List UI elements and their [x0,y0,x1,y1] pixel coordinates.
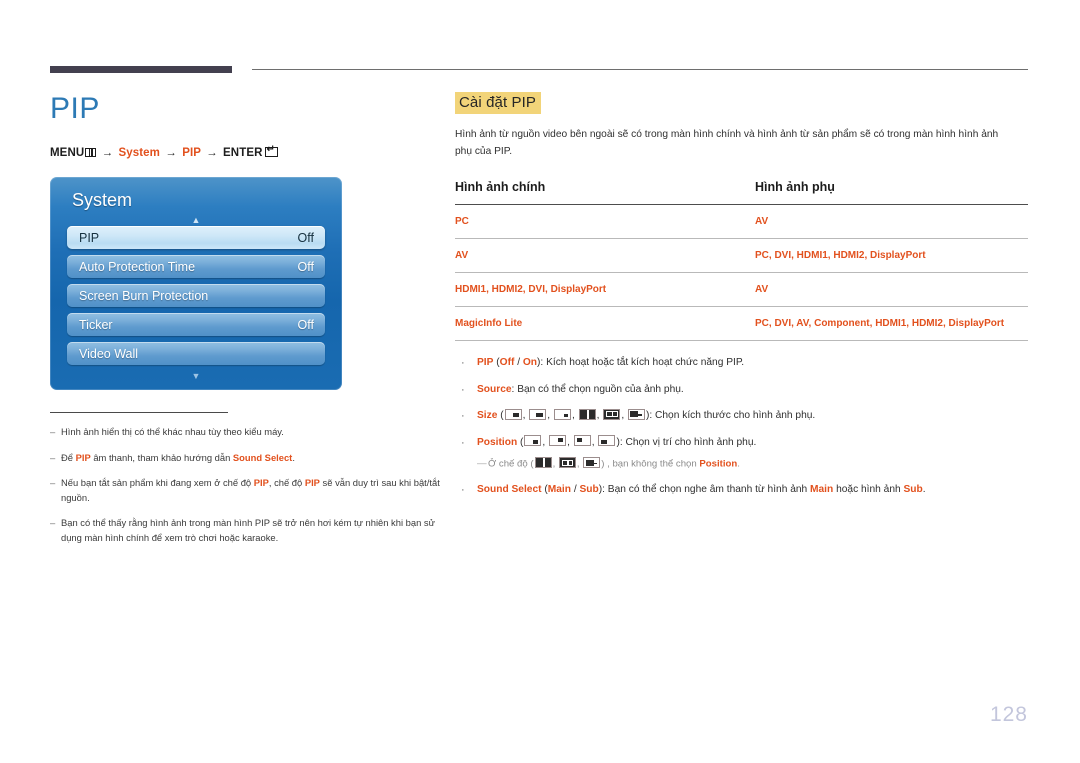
arrow-1: → [101,147,114,159]
table-cell-sub: AV [755,272,1028,308]
left-column: PIP MENU → System → PIP → ENTER System ▲… [50,92,445,556]
footnote-dash: – [50,477,56,489]
footnote-item: – Nếu bạn tắt sản phẩm khi đang xem ở chế… [50,476,445,505]
osd-scroll-down-icon[interactable]: ▼ [50,371,342,382]
menu-label: MENU [50,147,85,159]
bullet-subnote: — Ở chế độ (, , ) , bạn không thể chọn Po… [455,457,1028,472]
osd-row-label: Screen Burn Protection [79,288,209,303]
menu-path-system: System [118,147,160,159]
pip-position-top-right-icon [549,435,567,447]
osd-row-value: Off [297,317,314,332]
menu-path-breadcrumb: MENU → System → PIP → ENTER [50,145,445,159]
bullet-item-3: · Position (, , , ): Chọn vị trí cho hình… [455,435,1028,452]
pip-split-double-icon [603,408,621,420]
table-row: HDMI1, HDMI2, DVI, DisplayPort AV [455,272,1028,308]
table-header-row: Hình ảnh chính Hình ảnh phụ [455,180,1028,206]
bullet-text: Sound Select (Main / Sub): Bạn có thể ch… [477,484,926,496]
osd-system-menu: System ▲ PIP Off Auto Protection Time Off Sc… [50,177,342,390]
osd-row-video-wall[interactable]: Video Wall [67,342,325,365]
table-header-main: Hình ảnh chính [455,180,755,206]
footnote-item: – Bạn có thể thấy rằng hình ảnh trong màn… [50,516,445,545]
bullet-text: Size (, , , , , ): Chọn kích thước cho h… [477,408,816,422]
menu-icon [85,148,97,157]
pip-split-half-icon [578,408,596,420]
pip-split-half-icon [534,457,552,469]
table-cell-main: AV [455,238,755,274]
footnote-dash: – [50,517,56,529]
bullet-dot: · [461,410,465,423]
footnote-divider [50,412,228,413]
bullet-dot: · [461,383,465,396]
pip-split-wide-icon [583,457,601,469]
arrow-3: → [206,147,218,159]
pip-position-top-left-icon [573,435,591,447]
enter-key-icon [264,145,278,157]
bullet-text: PIP (Off / On): Kích hoạt hoặc tắt kích … [477,357,745,369]
footnote-text: Hình ảnh hiển thị có thể khác nhau tùy t… [61,426,284,437]
table-cell-main: PC [455,204,755,240]
table-row: PC AV [455,204,1028,240]
bullet-item-sound-select: · Sound Select (Main / Sub): Bạn có thể c… [455,482,1028,499]
pip-position-bottom-left-icon [598,435,616,447]
bullet-item-1: · Source: Bạn có thể chọn nguồn của ảnh p… [455,382,1028,399]
bullet-dot: · [461,484,465,497]
osd-row-auto-protection-time[interactable]: Auto Protection Time Off [67,255,325,278]
osd-row-pip[interactable]: PIP Off [67,226,325,249]
bullet-text: Position (, , , ): Chọn vị trí cho hình … [477,435,757,448]
osd-row-value: Off [297,259,314,274]
table-cell-main: MagicInfo Lite [455,306,755,342]
header-accent-bar [50,66,232,73]
footnote-dash: – [50,426,56,437]
table-header-sub: Hình ảnh phụ [755,180,1028,206]
osd-title: System [72,190,133,210]
pip-size-small-icon [504,408,522,420]
bullet-dot: · [461,357,465,370]
pip-size-medium-icon [529,408,547,420]
osd-row-label: Auto Protection Time [79,259,196,274]
table-cell-sub: PC, DVI, HDMI1, HDMI2, DisplayPort [755,238,1028,274]
table-cell-main: HDMI1, HDMI2, DVI, DisplayPort [455,272,755,308]
table-cell-sub: PC, DVI, AV, Component, HDMI1, HDMI2, Di… [755,306,1028,342]
page-number: 128 [989,703,1028,726]
osd-row-list: PIP Off Auto Protection Time Off Screen Burn… [50,226,342,365]
right-column: Cài đặt PIP Hình ảnh từ nguồn video bên … [455,92,1028,509]
page-title: PIP [50,92,100,125]
pip-size-tiny-icon [553,408,571,420]
section-title: Cài đặt PIP [455,92,541,115]
footnote-text: Nếu bạn tắt sản phẩm khi đang xem ở chế … [61,477,440,503]
pip-split-double-icon [558,457,576,469]
header-rule-line [252,69,1028,70]
subnote-text: Ở chế độ (, , ) , bạn không thể chọn Pos… [488,457,740,470]
osd-row-label: Ticker [79,317,113,332]
osd-row-label: PIP [79,230,100,245]
osd-row-ticker[interactable]: Ticker Off [67,313,325,336]
enter-label: ENTER [223,147,263,159]
pip-split-wide-icon [627,408,645,420]
bullet-item-2: · Size (, , , , , ): Chọn kích thước cho … [455,408,1028,425]
pip-position-bottom-right-icon [524,435,542,447]
bullet-dot: · [461,436,465,449]
osd-scroll-up-icon[interactable]: ▲ [50,215,342,226]
table-row: AV PC, DVI, HDMI1, HDMI2, DisplayPort [455,238,1028,274]
footnote-item: – Hình ảnh hiển thị có thể khác nhau tùy … [50,425,445,440]
footnote-dash: – [50,451,56,463]
menu-path-pip: PIP [182,147,201,159]
osd-row-label: Video Wall [79,346,139,361]
footnote-list: – Hình ảnh hiển thị có thể khác nhau tùy … [50,425,445,545]
bullet-item-0: · PIP (Off / On): Kích hoạt hoặc tắt kích… [455,355,1028,372]
bullet-list: · PIP (Off / On): Kích hoạt hoặc tắt kích… [455,355,1028,498]
table-cell-sub: AV [755,204,1028,240]
pip-source-table: Hình ảnh chính Hình ảnh phụ PC AV AV PC, DV… [455,180,1028,342]
subnote-dash: — [477,458,487,470]
footnote-item: – Để PIP âm thanh, tham khảo hướng dẫn So… [50,451,445,466]
table-row: MagicInfo Lite PC, DVI, AV, Component, HD… [455,306,1028,342]
osd-row-screen-burn-protection[interactable]: Screen Burn Protection [67,284,325,307]
arrow-2: → [165,147,177,159]
bullet-text: Source: Bạn có thể chọn nguồn của ảnh ph… [477,383,684,395]
section-intro-text: Hình ảnh từ nguồn video bên ngoài sẽ có … [455,129,999,157]
osd-row-value: Off [297,230,314,245]
footnote-text: Để PIP âm thanh, tham khảo hướng dẫn Sou… [61,451,295,463]
footnote-text: Bạn có thể thấy rằng hình ảnh trong màn … [61,517,435,543]
